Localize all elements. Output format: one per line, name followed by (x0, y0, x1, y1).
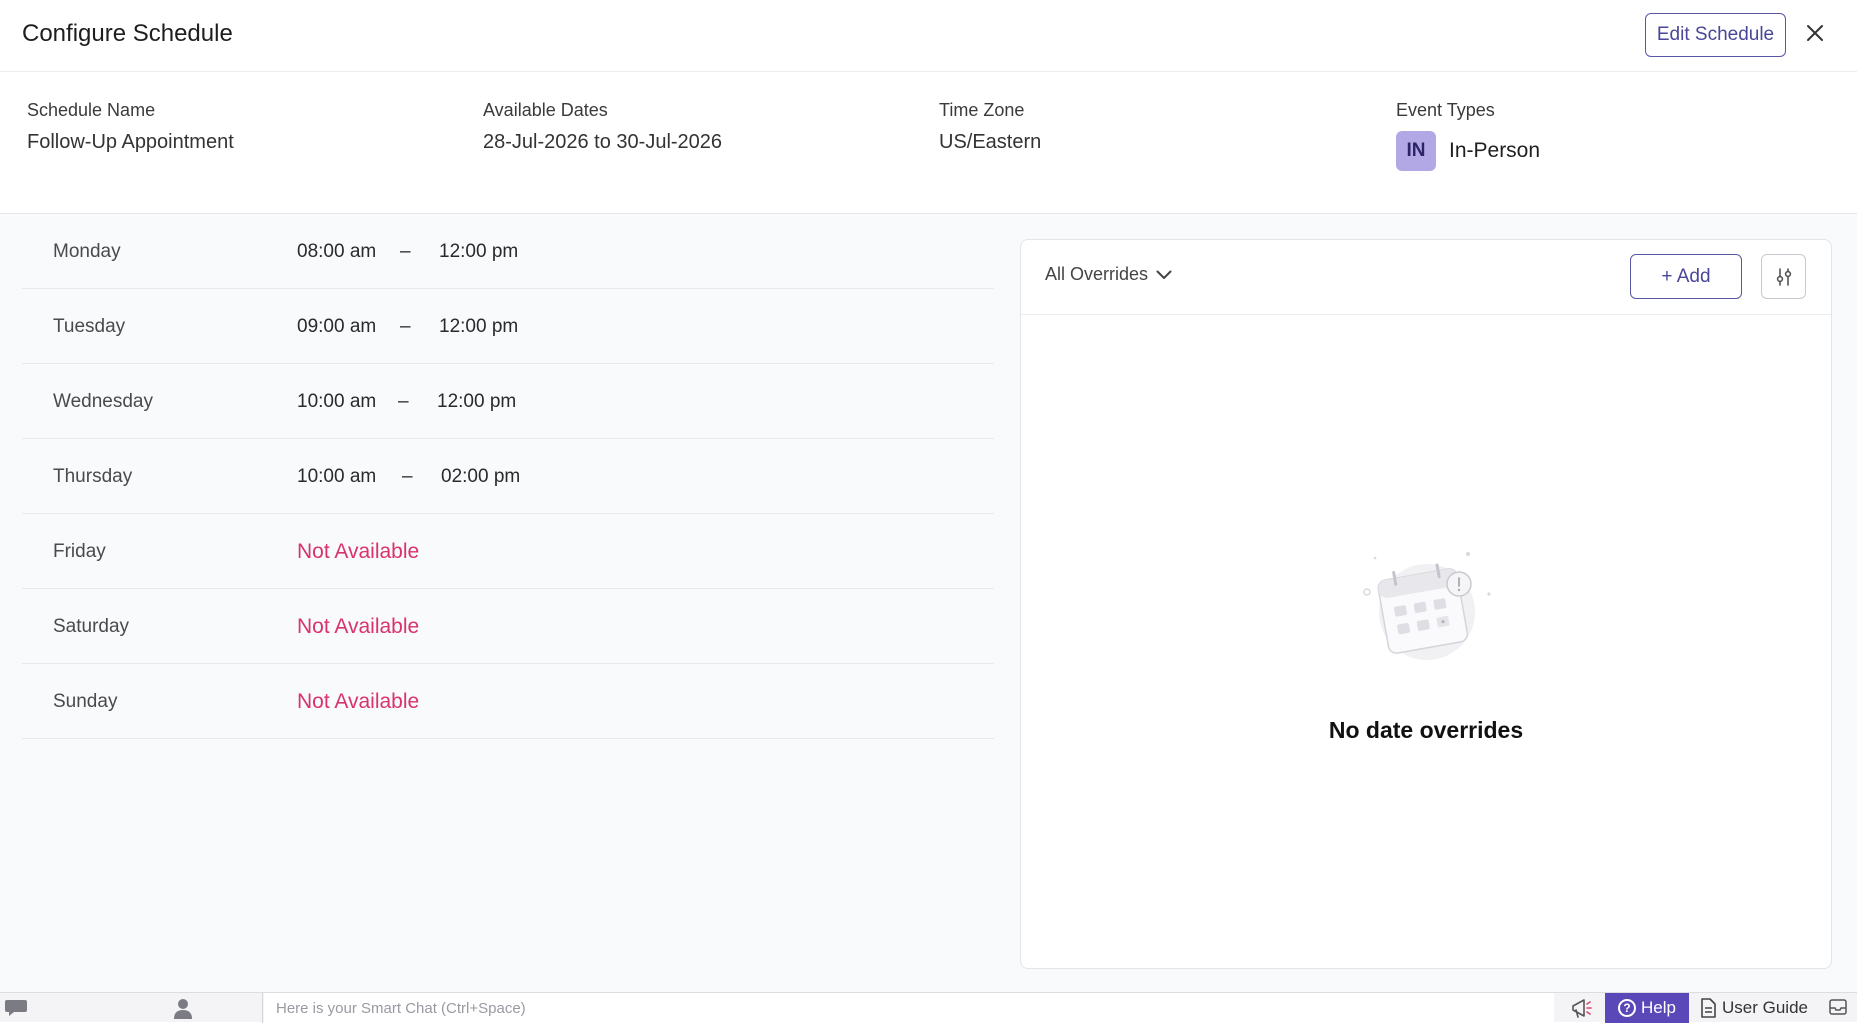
schedule-info: Schedule Name Follow-Up Appointment Avai… (0, 72, 1857, 214)
user-guide-button[interactable]: User Guide (1700, 993, 1808, 1023)
day-row-monday: Monday 08:00 am – 12:00 pm (22, 214, 994, 289)
time-separator: – (400, 316, 411, 337)
user-icon (174, 999, 192, 1019)
time-zone-value: US/Eastern (939, 131, 1042, 153)
available-dates-value: 28-Jul-2026 to 30-Jul-2026 (483, 131, 723, 153)
event-types-block: Event Types IN In-Person (1396, 100, 1540, 171)
question-icon: ? (1618, 999, 1637, 1017)
weekly-schedule: Monday 08:00 am – 12:00 pm Tuesday 09:00… (22, 214, 994, 739)
filter-settings-button[interactable] (1761, 254, 1806, 299)
user-guide-label: User Guide (1722, 998, 1808, 1017)
day-name: Sunday (53, 691, 118, 712)
megaphone-icon (1572, 999, 1592, 1018)
event-type-item: IN In-Person (1396, 131, 1540, 171)
end-time: 12:00 pm (439, 241, 519, 262)
available-dates-block: Available Dates 28-Jul-2026 to 30-Jul-20… (483, 100, 722, 154)
overrides-filter-label: All Overrides (1045, 264, 1149, 284)
calendar-empty-illustration (1363, 552, 1491, 660)
end-time: 02:00 pm (441, 466, 521, 487)
start-time: 08:00 am (297, 241, 377, 262)
top-bar: Configure Schedule Edit Schedule (0, 0, 1857, 72)
page-title: Configure Schedule (22, 20, 233, 47)
time-zone-label: Time Zone (939, 100, 1025, 120)
not-available-label: Not Available (297, 690, 420, 713)
not-available-label: Not Available (297, 615, 420, 638)
day-row-sunday: Sunday Not Available (22, 664, 994, 739)
start-time: 10:00 am (297, 466, 377, 487)
day-name: Wednesday (53, 391, 153, 412)
time-separator: – (400, 241, 411, 262)
day-row-saturday: Saturday Not Available (22, 589, 994, 664)
announcements-button[interactable] (1570, 997, 1594, 1024)
time-separator: – (398, 391, 409, 412)
edit-schedule-button[interactable]: Edit Schedule (1645, 13, 1786, 57)
day-row-wednesday: Wednesday 10:00 am – 12:00 pm (22, 364, 994, 439)
event-type-name: In-Person (1449, 139, 1541, 162)
day-row-thursday: Thursday 10:00 am – 02:00 pm (22, 439, 994, 514)
footer-divider (262, 993, 263, 1023)
notifications-button[interactable] (1828, 997, 1848, 1022)
day-row-friday: Friday Not Available (22, 514, 994, 589)
main-content: Monday 08:00 am – 12:00 pm Tuesday 09:00… (0, 214, 1857, 992)
bottom-bar: ? Help User Guide (0, 992, 1857, 1024)
time-separator: – (402, 466, 413, 487)
start-time: 09:00 am (297, 316, 377, 337)
day-name: Tuesday (53, 316, 126, 337)
add-override-button[interactable]: + Add (1630, 254, 1742, 299)
sliders-icon (1776, 267, 1791, 286)
schedule-name-label: Schedule Name (27, 100, 156, 120)
day-row-tuesday: Tuesday 09:00 am – 12:00 pm (22, 289, 994, 364)
help-label: Help (1641, 998, 1676, 1017)
empty-state-message: No date overrides (1328, 717, 1524, 743)
smart-chat-input[interactable] (264, 993, 1554, 1023)
end-time: 12:00 pm (439, 316, 519, 337)
start-time: 10:00 am (297, 391, 377, 412)
overrides-header: All Overrides + Add (1021, 240, 1831, 315)
chats-button[interactable] (4, 997, 28, 1024)
document-icon (1701, 998, 1716, 1018)
overrides-panel: All Overrides + Add No date overrides (1020, 239, 1832, 969)
event-types-label: Event Types (1396, 100, 1495, 120)
schedule-name-value: Follow-Up Appointment (27, 131, 234, 153)
day-name: Thursday (53, 466, 133, 487)
inbox-icon (1829, 999, 1847, 1015)
chevron-down-icon (1156, 270, 1172, 279)
close-button[interactable] (1800, 18, 1830, 48)
time-zone-block: Time Zone US/Eastern (939, 100, 1041, 154)
close-icon (1807, 25, 1823, 41)
day-name: Saturday (53, 616, 130, 637)
end-time: 12:00 pm (437, 391, 517, 412)
not-available-label: Not Available (297, 540, 420, 563)
overrides-filter-dropdown[interactable]: All Overrides (1045, 264, 1172, 285)
chat-bubble-icon (5, 1000, 27, 1016)
event-type-badge: IN (1396, 131, 1436, 171)
day-name: Friday (53, 541, 106, 562)
available-dates-label: Available Dates (483, 100, 608, 120)
day-name: Monday (53, 241, 121, 262)
contacts-button[interactable] (172, 997, 194, 1024)
schedule-name-block: Schedule Name Follow-Up Appointment (27, 100, 234, 154)
help-button[interactable]: ? Help (1605, 993, 1689, 1023)
